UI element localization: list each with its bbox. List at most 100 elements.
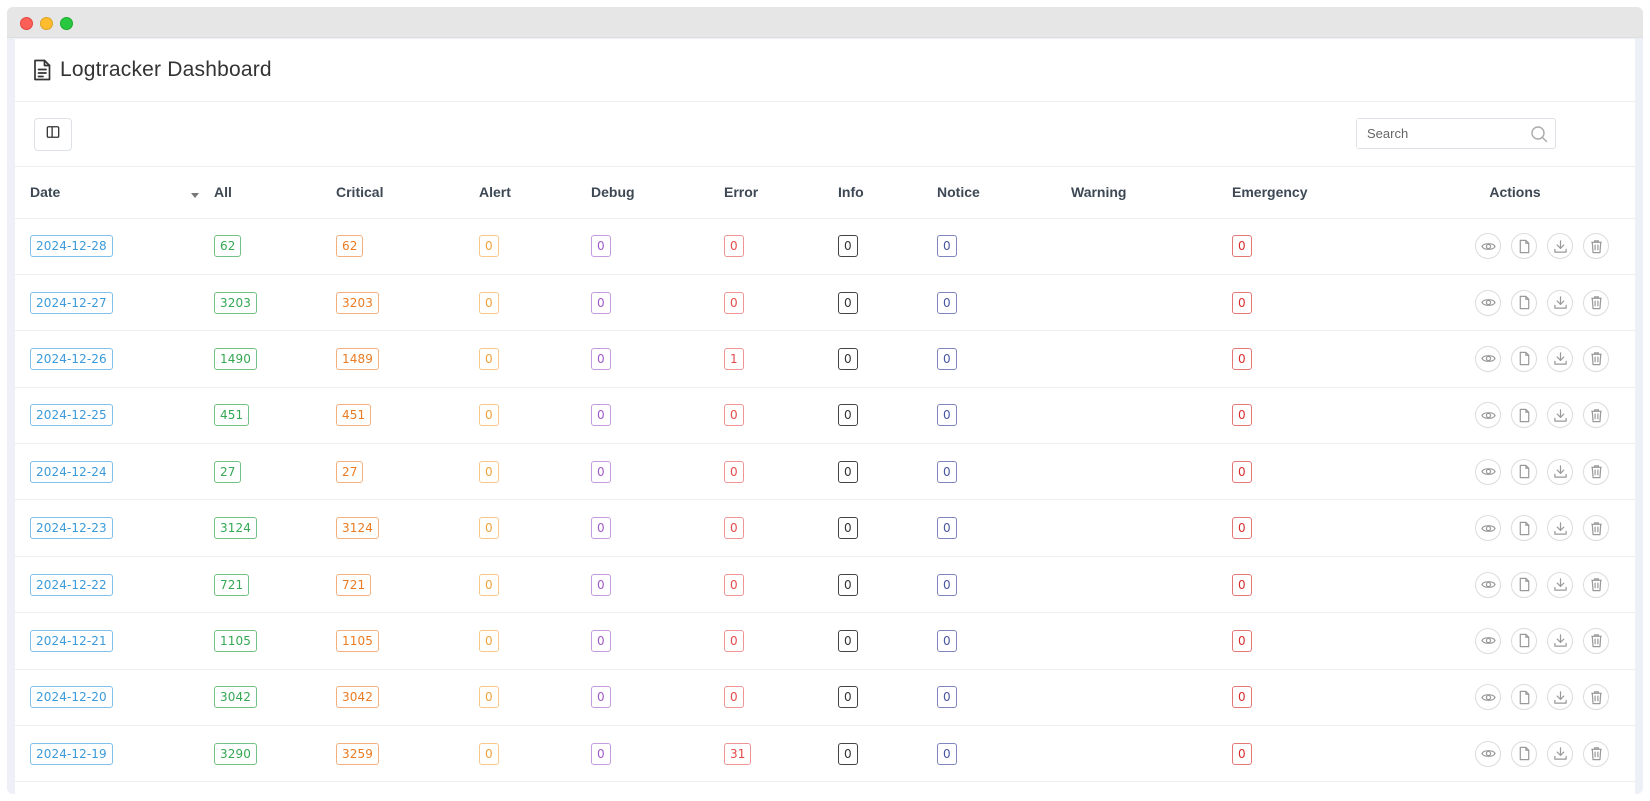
download-button[interactable] bbox=[1547, 458, 1573, 485]
critical-count-badge: 3124 bbox=[336, 517, 379, 540]
date-link[interactable]: 2024-12-27 bbox=[30, 291, 113, 314]
delete-button[interactable] bbox=[1583, 627, 1609, 654]
all-count-badge: 3042 bbox=[214, 686, 257, 709]
minimize-window-button[interactable] bbox=[40, 17, 53, 30]
delete-button[interactable] bbox=[1583, 233, 1609, 260]
critical-count-badge: 1489 bbox=[336, 347, 379, 370]
info-count-badge: 0 bbox=[838, 460, 858, 483]
search-input[interactable] bbox=[1357, 119, 1517, 148]
date-link[interactable]: 2024-12-26 bbox=[30, 347, 113, 370]
view-button[interactable] bbox=[1475, 289, 1501, 316]
delete-button[interactable] bbox=[1583, 402, 1609, 429]
info-count-badge: 0 bbox=[838, 291, 858, 314]
close-window-button[interactable] bbox=[20, 17, 33, 30]
date-link[interactable]: 2024-12-22 bbox=[30, 573, 113, 596]
date-link[interactable]: 2024-12-19 bbox=[30, 742, 113, 765]
delete-button[interactable] bbox=[1583, 571, 1609, 598]
delete-button[interactable] bbox=[1583, 345, 1609, 372]
date-link[interactable]: 2024-12-25 bbox=[30, 404, 113, 427]
warning-cell bbox=[1071, 330, 1232, 388]
alert-count-badge: 0 bbox=[479, 347, 499, 370]
open-file-button[interactable] bbox=[1511, 458, 1537, 485]
row-actions bbox=[1395, 345, 1635, 372]
open-file-button[interactable] bbox=[1511, 740, 1537, 767]
open-file-button[interactable] bbox=[1511, 627, 1537, 654]
open-file-button[interactable] bbox=[1511, 571, 1537, 598]
open-file-button[interactable] bbox=[1511, 289, 1537, 316]
info-count-badge: 0 bbox=[838, 517, 858, 540]
column-header-error[interactable]: Error bbox=[724, 167, 838, 219]
column-header-alert[interactable]: Alert bbox=[479, 167, 591, 219]
emergency-count-badge: 0 bbox=[1232, 742, 1252, 765]
column-header-notice[interactable]: Notice bbox=[937, 167, 1071, 219]
open-file-button[interactable] bbox=[1511, 345, 1537, 372]
open-file-button[interactable] bbox=[1511, 233, 1537, 260]
download-button[interactable] bbox=[1547, 740, 1573, 767]
download-button[interactable] bbox=[1547, 233, 1573, 260]
delete-button[interactable] bbox=[1583, 458, 1609, 485]
view-button[interactable] bbox=[1475, 627, 1501, 654]
view-button[interactable] bbox=[1475, 458, 1501, 485]
view-button[interactable] bbox=[1475, 740, 1501, 767]
file-icon bbox=[1519, 690, 1529, 705]
download-button[interactable] bbox=[1547, 684, 1573, 711]
date-link[interactable]: 2024-12-21 bbox=[30, 629, 113, 652]
delete-button[interactable] bbox=[1583, 289, 1609, 316]
card-header: Logtracker Dashboard bbox=[15, 39, 1635, 102]
open-file-button[interactable] bbox=[1511, 402, 1537, 429]
critical-count-badge: 1105 bbox=[336, 629, 379, 652]
warning-cell bbox=[1071, 218, 1232, 275]
date-link[interactable]: 2024-12-20 bbox=[30, 686, 113, 709]
delete-button[interactable] bbox=[1583, 740, 1609, 767]
column-header-date[interactable]: Date bbox=[15, 167, 214, 219]
view-button[interactable] bbox=[1475, 515, 1501, 542]
warning-cell bbox=[1071, 669, 1232, 727]
eye-icon bbox=[1480, 411, 1496, 419]
search-icon[interactable] bbox=[1530, 125, 1548, 143]
column-header-info[interactable]: Info bbox=[838, 167, 937, 219]
view-button[interactable] bbox=[1475, 345, 1501, 372]
toggle-columns-button[interactable] bbox=[34, 118, 72, 151]
all-count-badge: 3290 bbox=[214, 742, 257, 765]
date-link[interactable]: 2024-12-23 bbox=[30, 517, 113, 540]
delete-button[interactable] bbox=[1583, 684, 1609, 711]
column-header-debug[interactable]: Debug bbox=[591, 167, 724, 219]
emergency-count-badge: 0 bbox=[1232, 460, 1252, 483]
view-button[interactable] bbox=[1475, 402, 1501, 429]
download-button[interactable] bbox=[1547, 345, 1573, 372]
column-header-critical[interactable]: Critical bbox=[336, 167, 479, 219]
maximize-window-button[interactable] bbox=[60, 17, 73, 30]
row-actions bbox=[1395, 515, 1635, 542]
debug-count-badge: 0 bbox=[591, 235, 611, 258]
view-button[interactable] bbox=[1475, 233, 1501, 260]
dashboard-card: Logtracker Dashboard Search Date All Cri… bbox=[15, 39, 1635, 794]
view-button[interactable] bbox=[1475, 571, 1501, 598]
view-button[interactable] bbox=[1475, 684, 1501, 711]
download-icon bbox=[1553, 578, 1567, 591]
download-button[interactable] bbox=[1547, 289, 1573, 316]
debug-count-badge: 0 bbox=[591, 686, 611, 709]
columns-icon bbox=[46, 125, 60, 144]
date-link[interactable]: 2024-12-24 bbox=[30, 460, 113, 483]
column-header-emergency[interactable]: Emergency bbox=[1232, 167, 1395, 219]
trash-icon bbox=[1590, 465, 1602, 479]
download-button[interactable] bbox=[1547, 627, 1573, 654]
date-link[interactable]: 2024-12-28 bbox=[30, 235, 113, 258]
open-file-button[interactable] bbox=[1511, 684, 1537, 711]
column-header-warning[interactable]: Warning bbox=[1071, 167, 1232, 219]
alert-count-badge: 0 bbox=[479, 742, 499, 765]
eye-icon bbox=[1480, 750, 1496, 758]
download-button[interactable] bbox=[1547, 571, 1573, 598]
download-button[interactable] bbox=[1547, 515, 1573, 542]
delete-button[interactable] bbox=[1583, 515, 1609, 542]
column-header-all[interactable]: All bbox=[214, 167, 336, 219]
open-file-button[interactable] bbox=[1511, 515, 1537, 542]
download-icon bbox=[1553, 691, 1567, 704]
error-count-badge: 0 bbox=[724, 629, 744, 652]
file-icon bbox=[1519, 634, 1529, 648]
download-button[interactable] bbox=[1547, 402, 1573, 429]
download-icon bbox=[1553, 409, 1567, 422]
row-actions bbox=[1395, 289, 1635, 316]
file-icon bbox=[1519, 408, 1529, 423]
alert-count-badge: 0 bbox=[479, 404, 499, 427]
